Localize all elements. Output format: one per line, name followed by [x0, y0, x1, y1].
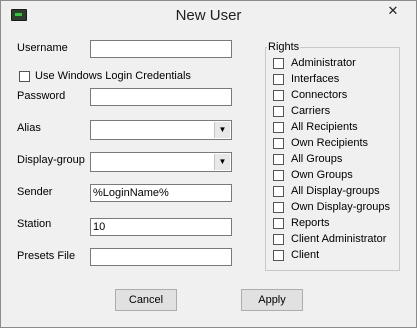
rights-item-label: Own Groups — [291, 169, 353, 181]
alias-label: Alias — [17, 122, 41, 134]
apply-button[interactable]: Apply — [241, 289, 303, 311]
rights-checkbox[interactable] — [273, 218, 284, 229]
rights-checkbox[interactable] — [273, 250, 284, 261]
rights-checkbox[interactable] — [273, 58, 284, 69]
window-title: New User — [175, 7, 242, 24]
station-label: Station — [17, 218, 52, 230]
rights-item-label: Own Recipients — [291, 137, 369, 149]
rights-item-label: Own Display-groups — [291, 201, 391, 213]
rights-checkbox[interactable] — [273, 234, 284, 245]
rights-checkbox[interactable] — [273, 74, 284, 85]
rights-group-label: Rights — [267, 41, 301, 53]
sender-field[interactable]: %LoginName% — [90, 184, 232, 202]
rights-item-label: Carriers — [291, 105, 331, 117]
display-group-label: Display-group — [17, 154, 85, 166]
password-label: Password — [17, 90, 66, 102]
rights-item-label: Interfaces — [291, 73, 340, 85]
rights-checkbox[interactable] — [273, 138, 284, 149]
chevron-down-icon[interactable]: ▼ — [214, 122, 230, 138]
rights-item-label: Client Administrator — [291, 233, 387, 245]
username-label: Username — [17, 42, 68, 54]
title-bar[interactable]: New User ✕ — [1, 1, 416, 31]
windows-login-label: Use Windows Login Credentials — [35, 70, 191, 82]
rights-item-label: All Display-groups — [291, 185, 380, 197]
password-field[interactable] — [90, 88, 232, 106]
sender-label: Sender — [17, 186, 53, 198]
windows-login-checkbox[interactable] — [19, 71, 30, 82]
rights-item-label: Connectors — [291, 89, 348, 101]
rights-checkbox[interactable] — [273, 170, 284, 181]
rights-checkbox[interactable] — [273, 202, 284, 213]
username-field[interactable] — [90, 40, 232, 58]
rights-checkbox[interactable] — [273, 106, 284, 117]
station-field[interactable]: 10 — [90, 218, 232, 236]
rights-checkbox[interactable] — [273, 154, 284, 165]
presets-file-field[interactable] — [90, 248, 232, 266]
close-button[interactable]: ✕ — [371, 1, 415, 21]
alias-dropdown[interactable]: ▼ — [90, 120, 232, 140]
rights-item-label: Client — [291, 249, 320, 261]
rights-checkbox[interactable] — [273, 186, 284, 197]
cancel-button[interactable]: Cancel — [115, 289, 177, 311]
rights-item-label: Reports — [291, 217, 330, 229]
presets-file-label: Presets File — [17, 250, 76, 262]
rights-item-label: All Groups — [291, 153, 343, 165]
chevron-down-icon[interactable]: ▼ — [214, 154, 230, 170]
rights-item-label: Administrator — [291, 57, 356, 69]
rights-checkbox[interactable] — [273, 90, 284, 101]
rights-checkbox[interactable] — [273, 122, 284, 133]
new-user-dialog: New User ✕ Username Use Windows Login Cr… — [0, 0, 417, 328]
display-group-dropdown[interactable]: ▼ — [90, 152, 232, 172]
rights-item-label: All Recipients — [291, 121, 358, 133]
